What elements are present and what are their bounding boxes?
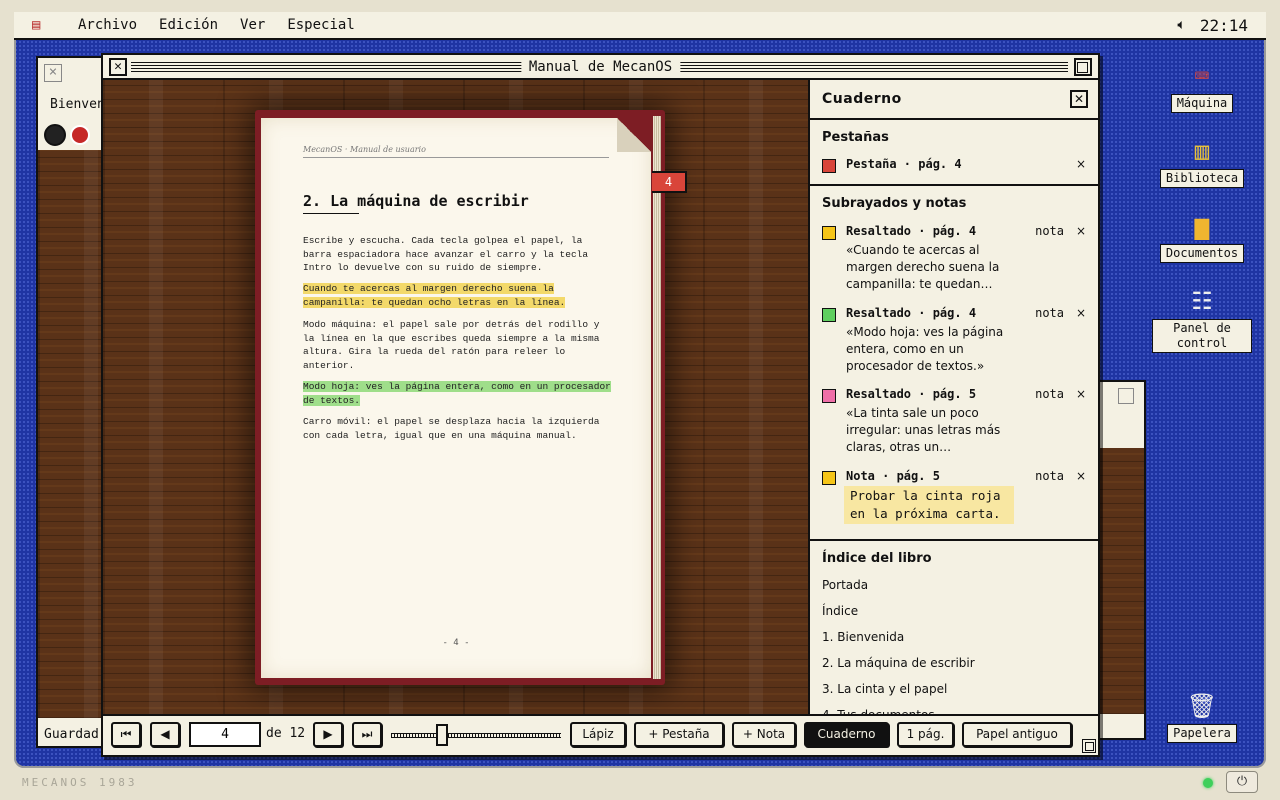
highlights-section-title: Subrayados y notas [822, 196, 967, 211]
notebook-toggle-button[interactable]: Cuaderno [804, 722, 889, 747]
wood-desk [1100, 448, 1144, 714]
background-window[interactable]: × Bienven Guardad [36, 56, 106, 748]
desktop-icon-maquina[interactable]: ⌨ Máquina [1152, 60, 1252, 113]
zoom-icon[interactable] [1074, 58, 1092, 76]
reading-desk: MecanOS · Manual de usuario 2. La máquin… [103, 80, 808, 716]
previous-page-button[interactable]: ◀ [150, 722, 180, 747]
manual-window: ✕ Manual de MecanOS MecanOS · Manual de … [101, 53, 1100, 757]
book: MecanOS · Manual de usuario 2. La máquin… [255, 110, 665, 685]
menu-bar: ▤ Archivo Edición Ver Especial 🔈︎ 22:14 [14, 12, 1266, 40]
add-bookmark-button[interactable]: + Pestaña [634, 722, 724, 747]
next-page-button[interactable]: ▶ [313, 722, 343, 747]
first-page-button[interactable]: ⏮ [111, 722, 141, 747]
color-swatch [822, 159, 836, 173]
menu-ver[interactable]: Ver [236, 17, 269, 33]
ink-black-button[interactable] [44, 124, 66, 146]
close-icon[interactable]: ✕ [109, 58, 127, 76]
window-title: Manual de MecanOS [520, 58, 681, 76]
trash-icon: 🗑︎ [1186, 692, 1218, 720]
add-note-link[interactable]: nota [1035, 387, 1064, 401]
add-note-link[interactable]: nota [1035, 306, 1064, 320]
menu-edicion[interactable]: Edición [155, 17, 222, 33]
divider [810, 184, 1098, 186]
desktop-icon-biblioteca[interactable]: ▥ Biblioteca [1152, 135, 1252, 188]
brand-label: MECANOS 1983 [22, 776, 138, 789]
zoom-slider-knob[interactable] [436, 724, 448, 746]
add-note-button[interactable]: + Nota [732, 722, 796, 747]
index-item[interactable]: 2. La máquina de escribir [822, 656, 975, 670]
paragraph: Modo máquina: el papel sale por detrás d… [303, 319, 600, 371]
desktop-icon-panel-de-control[interactable]: ☷ Panel de control [1152, 285, 1252, 353]
add-note-link[interactable]: nota [1035, 224, 1064, 238]
background-window-greeting: Bienven [50, 97, 105, 112]
page-corner-fold[interactable] [617, 118, 651, 152]
page-number-input[interactable] [189, 722, 261, 747]
page-layout-button[interactable]: 1 pág. [897, 722, 954, 747]
title-bar[interactable]: ✕ Manual de MecanOS [103, 55, 1098, 80]
note-text[interactable]: Probar la cinta roja en la próxima carta… [844, 486, 1014, 524]
ink-red-button[interactable] [70, 125, 90, 145]
save-status: Guardad [44, 727, 99, 742]
color-swatch [822, 471, 836, 485]
delete-icon[interactable]: × [1076, 157, 1086, 171]
index-item[interactable]: Portada [822, 578, 868, 592]
pencil-button[interactable]: Lápiz [570, 722, 626, 747]
delete-icon[interactable]: × [1076, 387, 1086, 401]
delete-icon[interactable]: × [1076, 306, 1086, 320]
highlight-quote: «Modo hoja: ves la página entera, como e… [846, 325, 1004, 373]
index-item[interactable]: 1. Bienvenida [822, 630, 904, 644]
chapter-title: 2. La máquina de escribir [303, 192, 529, 214]
index-item[interactable]: Índice [822, 604, 858, 618]
resize-icon[interactable] [1082, 739, 1096, 753]
paragraph: Escribe y escucha. Cada tecla golpea el … [303, 235, 589, 274]
delete-icon[interactable]: × [1076, 469, 1086, 483]
close-icon[interactable]: ✕ [1070, 90, 1088, 108]
menu-archivo[interactable]: Archivo [74, 17, 141, 33]
delete-icon[interactable]: × [1076, 224, 1086, 238]
last-page-button[interactable]: ⏭ [352, 722, 382, 747]
highlight-quote: «La tinta sale un poco irregular: unas l… [846, 406, 1001, 454]
desktop-icon-papelera[interactable]: 🗑︎ Papelera [1152, 690, 1252, 743]
speaker-icon[interactable]: 🔈︎ [1177, 17, 1185, 33]
index-item[interactable]: 3. La cinta y el papel [822, 682, 947, 696]
clock: 22:14 [1199, 15, 1248, 35]
divider [810, 118, 1098, 120]
zoom-slider-track[interactable] [391, 733, 561, 738]
desktop-icon-documentos[interactable]: ▆ Documentos [1152, 210, 1252, 263]
divider [810, 539, 1098, 541]
wood-desk [38, 150, 104, 718]
books-icon: ▥ [1194, 137, 1210, 165]
notebook-title: Cuaderno [822, 91, 902, 107]
paragraph: Carro móvil: el papel se desplaza hacia … [303, 416, 600, 441]
book-page[interactable]: MecanOS · Manual de usuario 2. La máquin… [261, 118, 651, 678]
power-button[interactable]: ⏻ [1226, 771, 1258, 793]
menu-especial[interactable]: Especial [283, 17, 358, 33]
paragraph-highlighted-yellow[interactable]: Cuando te acercas al margen derecho suen… [303, 282, 613, 309]
color-swatch [822, 389, 836, 403]
typewriter-icon: ⌨ [1194, 62, 1210, 90]
paragraph-highlighted-green[interactable]: Modo hoja: ves la página entera, como en… [303, 380, 613, 407]
notebook-panel: Cuaderno ✕ Pestañas Pestaña · pág. 4 × S… [808, 80, 1098, 716]
page-header: MecanOS · Manual de usuario [303, 145, 609, 158]
zoom-icon[interactable] [1118, 388, 1134, 404]
tabs-section-title: Pestañas [822, 130, 889, 145]
highlight-quote: «Cuando te acercas al margen derecho sue… [846, 243, 1000, 291]
reader-toolbar: ⏮ ◀ de 12 ▶ ⏭ Lápiz + Pestaña + Nota Cua… [103, 714, 1098, 755]
close-icon[interactable]: × [44, 64, 62, 82]
page-number: - 4 - [442, 638, 470, 648]
color-swatch [822, 308, 836, 322]
page-count-label: de 12 [266, 726, 306, 741]
folder-icon: ▆ [1194, 212, 1210, 240]
power-led [1203, 778, 1213, 788]
bookmark-tab[interactable]: 4 [652, 171, 687, 193]
typewriter-logo-icon[interactable]: ▤ [32, 17, 60, 33]
edit-note-link[interactable]: nota [1035, 469, 1064, 483]
paper-style-button[interactable]: Papel antiguo [962, 722, 1072, 747]
control-panel-icon: ☷ [1191, 287, 1213, 315]
page-stack-edge [653, 116, 661, 679]
index-section-title: Índice del libro [822, 551, 932, 566]
color-swatch [822, 226, 836, 240]
background-window-right[interactable] [1098, 380, 1146, 740]
